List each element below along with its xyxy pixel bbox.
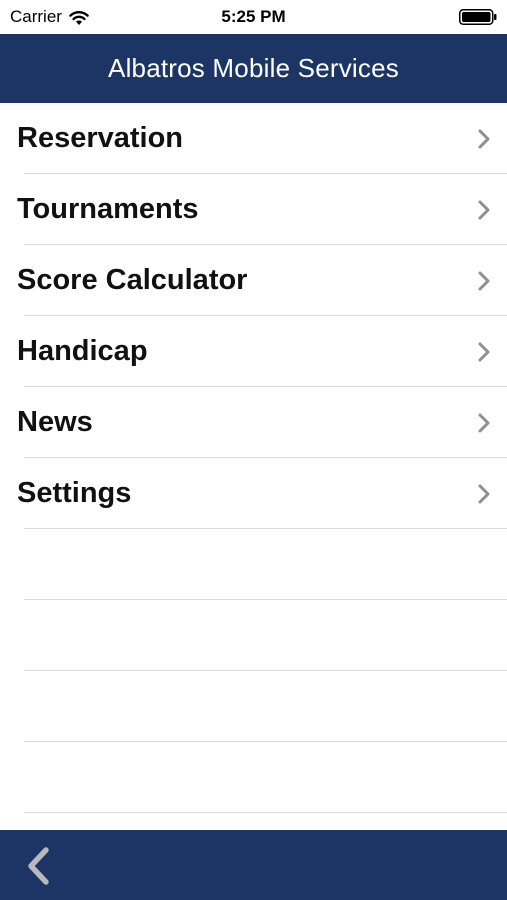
menu-item-label: Score Calculator [17,264,248,296]
empty-row [0,529,507,600]
menu-item-label: News [17,406,93,438]
page-title: Albatros Mobile Services [108,53,399,83]
menu-list: Reservation Tournaments Score Calculator… [0,103,507,830]
navigation-bar: Albatros Mobile Services [0,34,507,103]
empty-row [0,600,507,671]
menu-item-label: Handicap [17,335,148,367]
chevron-right-icon [478,484,490,504]
menu-item-label: Reservation [17,122,184,154]
menu-item-tournaments[interactable]: Tournaments [0,174,507,245]
menu-item-label: Tournaments [17,193,199,225]
menu-item-label: Settings [17,477,132,509]
bottom-toolbar [0,830,507,900]
menu-item-reservation[interactable]: Reservation [0,103,507,174]
menu-item-settings[interactable]: Settings [0,458,507,529]
chevron-right-icon [478,129,490,149]
status-time: 5:25 PM [221,7,286,26]
chevron-right-icon [478,200,490,220]
menu-item-handicap[interactable]: Handicap [0,316,507,387]
menu-item-score-calculator[interactable]: Score Calculator [0,245,507,316]
menu-item-news[interactable]: News [0,387,507,458]
chevron-right-icon [478,413,490,433]
chevron-right-icon [478,342,490,362]
status-bar: Carrier 5:25 PM [0,0,507,34]
battery-icon [459,9,497,25]
empty-row [0,671,507,742]
chevron-right-icon [478,271,490,291]
back-chevron-icon[interactable] [22,846,56,886]
empty-row [0,742,507,813]
